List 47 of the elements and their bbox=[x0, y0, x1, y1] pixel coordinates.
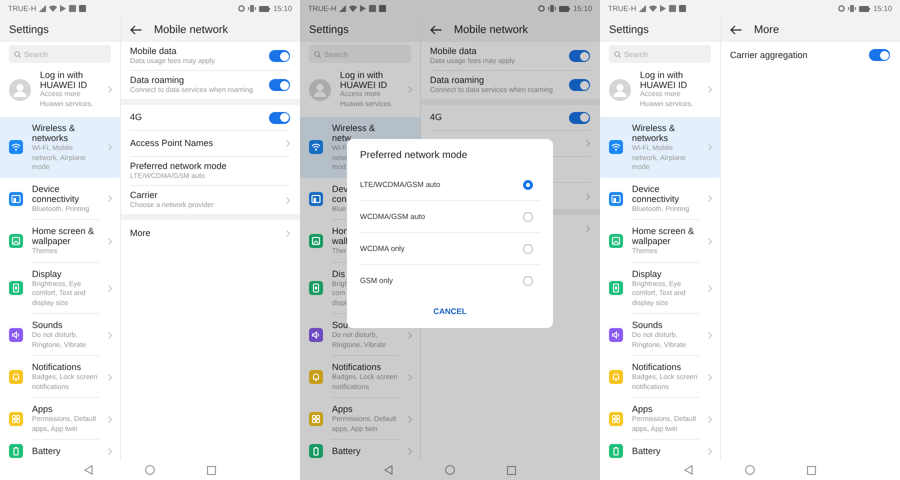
category-title: Sou bbox=[332, 320, 348, 330]
setting-title: Preferred network mode bbox=[130, 161, 228, 172]
setting-title: Carrier bbox=[130, 190, 159, 201]
dialog-title: Preferred network mode bbox=[360, 149, 468, 163]
category-title: Display bbox=[32, 268, 62, 278]
category-title: Device connectivity bbox=[632, 184, 680, 204]
setting-title: More bbox=[130, 228, 152, 238]
category-title: Home screen & wallpaper bbox=[632, 226, 696, 246]
category-title: Home screen & wallpaper bbox=[32, 226, 96, 246]
settings-title: Settings bbox=[9, 24, 49, 36]
category-title: Wireless & networks bbox=[632, 123, 676, 143]
account-title: Log in with HUAWEI ID bbox=[340, 70, 388, 90]
setting-title: Data roaming bbox=[430, 75, 486, 86]
page-title: Mobile network bbox=[154, 24, 228, 36]
category-title: Battery bbox=[332, 446, 361, 456]
setting-title: Access Point Names bbox=[130, 138, 214, 149]
category-title: Display bbox=[632, 268, 662, 278]
category-title: Sounds bbox=[32, 320, 63, 330]
category-title: Wireless & networks bbox=[32, 123, 76, 143]
category-title: Dev bbox=[332, 184, 348, 194]
setting-title: Mobile data bbox=[430, 46, 478, 57]
page-title: Mobile network bbox=[454, 24, 528, 36]
account-title: Log in with HUAWEI ID bbox=[40, 70, 88, 90]
category-title: Apps bbox=[32, 404, 53, 414]
category-title: Battery bbox=[32, 446, 61, 456]
category-title: Wireless & bbox=[332, 123, 376, 133]
category-title: netw bbox=[332, 133, 352, 143]
category-title: Notifications bbox=[332, 362, 382, 372]
setting-title: 4G bbox=[130, 112, 144, 123]
category-title: Notifications bbox=[632, 362, 682, 372]
settings-title: Settings bbox=[309, 24, 349, 36]
category-title: con bbox=[332, 194, 347, 204]
settings-title: Settings bbox=[609, 24, 649, 36]
category-title: Battery bbox=[632, 446, 661, 456]
account-title: Log in with HUAWEI ID bbox=[640, 70, 688, 90]
category-title: wall bbox=[332, 236, 348, 246]
setting-title: Carrier aggregation bbox=[730, 50, 809, 60]
page-title: More bbox=[754, 24, 780, 36]
category-title: Notifications bbox=[32, 362, 82, 372]
category-title: Sounds bbox=[632, 320, 663, 330]
setting-title: Data roaming bbox=[130, 75, 186, 86]
category-title: Dis bbox=[332, 268, 345, 278]
setting-title: 4G bbox=[430, 112, 444, 123]
category-title: Device connectivity bbox=[32, 184, 80, 204]
setting-title: Mobile data bbox=[130, 46, 178, 57]
category-title: Apps bbox=[332, 404, 353, 414]
category-title: Apps bbox=[632, 404, 653, 414]
